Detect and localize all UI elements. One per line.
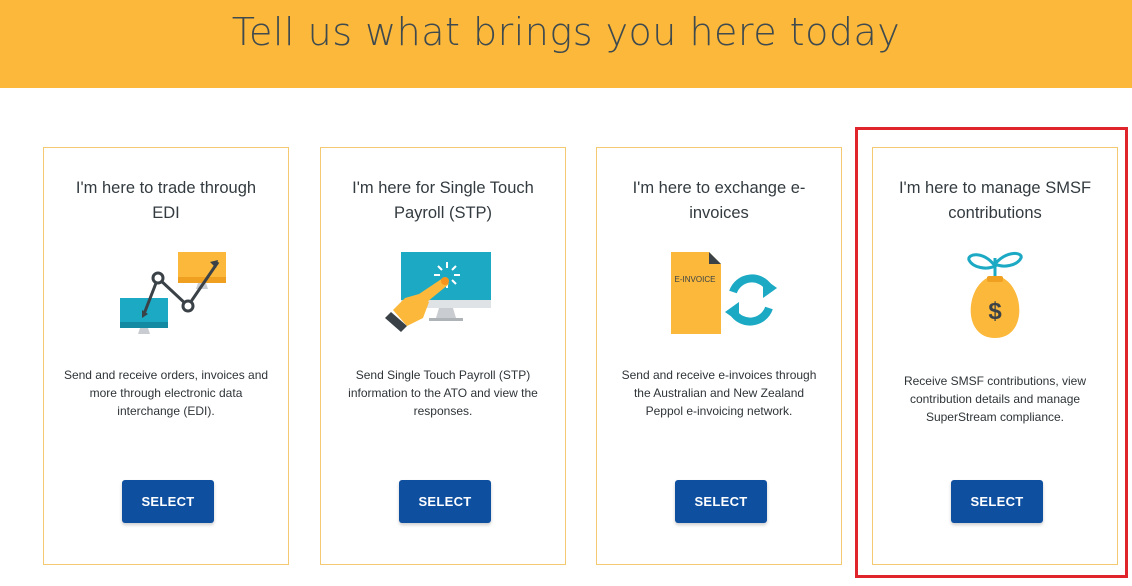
e-invoice-icon: E-INVOICE xyxy=(597,248,841,348)
option-card-e-invoice: I'm here to exchange e-invoices E-INVOIC… xyxy=(596,147,842,565)
card-description: Receive SMSF contributions, view contrib… xyxy=(903,374,1087,424)
edi-trade-icon xyxy=(44,248,288,348)
card-description: Send and receive e-invoices through the … xyxy=(621,368,817,418)
smsf-money-bag-icon: $ xyxy=(873,248,1117,348)
header-banner: Tell us what brings you here today xyxy=(0,0,1132,88)
card-title: I'm here to exchange e-invoices xyxy=(632,179,806,222)
select-button-edi[interactable]: SELECT xyxy=(122,480,214,523)
card-description: Send and receive orders, invoices and mo… xyxy=(63,368,269,418)
page-title: Tell us what brings you here today xyxy=(231,10,901,54)
option-card-stp: I'm here for Single Touch Payroll (STP) xyxy=(320,147,566,565)
card-title: I'm here to trade through EDI xyxy=(75,179,257,222)
dollar-sign: $ xyxy=(988,298,1002,325)
e-invoice-label: E-INVOICE xyxy=(675,275,716,284)
card-title: I'm here for Single Touch Payroll (STP) xyxy=(352,179,534,222)
option-card-edi: I'm here to trade through EDI Send and r… xyxy=(43,147,289,565)
card-title: I'm here to manage SMSF contributions xyxy=(898,179,1092,222)
select-button-e-invoice[interactable]: SELECT xyxy=(675,480,767,523)
stp-touch-icon xyxy=(321,248,565,348)
option-card-smsf: I'm here to manage SMSF contributions $ … xyxy=(872,147,1118,565)
select-button-smsf[interactable]: SELECT xyxy=(951,480,1043,523)
card-description: Send Single Touch Payroll (STP) informat… xyxy=(348,368,538,418)
select-button-stp[interactable]: SELECT xyxy=(399,480,491,523)
